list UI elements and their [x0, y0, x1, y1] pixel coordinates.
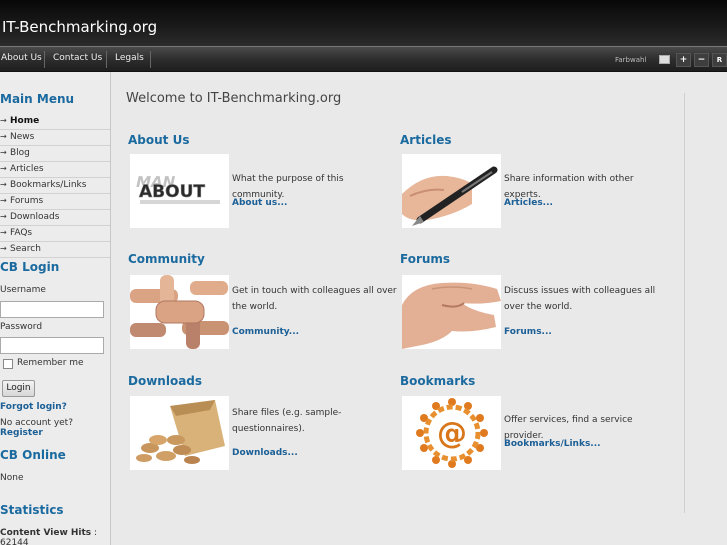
- login-title: CB Login: [0, 260, 60, 274]
- username-field[interactable]: [0, 301, 104, 318]
- main-menu-title: Main Menu: [0, 92, 75, 106]
- section-title-community[interactable]: Community: [128, 252, 205, 266]
- downloads-link[interactable]: Downloads...: [232, 448, 298, 458]
- menu-item-home[interactable]: → Home: [0, 114, 110, 130]
- menu-item-faqs[interactable]: → FAQs: [0, 226, 110, 242]
- username-label: Username: [0, 285, 46, 295]
- arrow-right-icon: →: [0, 228, 7, 237]
- section-title-about[interactable]: About Us: [128, 133, 189, 147]
- linked-hands-image: [130, 275, 229, 349]
- nav-divider: [44, 51, 45, 68]
- menu-item-label: Search: [10, 244, 41, 254]
- color-select-label: Farbwahl: [615, 56, 647, 64]
- content-view-hits-value: 62144: [0, 538, 29, 545]
- community-link[interactable]: Community...: [232, 327, 299, 337]
- forums-link[interactable]: Forums...: [504, 327, 552, 337]
- bookmarks-link[interactable]: Bookmarks/Links...: [504, 439, 601, 449]
- arrow-right-icon: →: [0, 196, 7, 205]
- menu-item-label: Home: [10, 116, 40, 126]
- arrow-right-icon: →: [0, 116, 7, 125]
- login-button[interactable]: Login: [2, 380, 35, 397]
- downloads-description: Share files (e.g. sample-questionnaires)…: [232, 408, 342, 434]
- fountain-pen-image: [402, 154, 501, 228]
- talking-hand-image: [402, 275, 501, 349]
- menu-item-label: Blog: [10, 148, 30, 158]
- at-sign-people-image: @: [402, 396, 501, 470]
- menu-item-label: Articles: [10, 164, 44, 174]
- arrow-right-icon: →: [0, 180, 7, 189]
- password-field[interactable]: [0, 337, 104, 354]
- svg-text:@: @: [437, 416, 467, 451]
- section-title-forums[interactable]: Forums: [400, 252, 450, 266]
- about-text-3d-image: MAN ABOUT: [130, 154, 229, 228]
- menu-item-search[interactable]: → Search: [0, 242, 110, 258]
- font-decrease-button[interactable]: −: [694, 53, 709, 67]
- arrow-right-icon: →: [0, 132, 7, 141]
- menu-item-label: Forums: [10, 196, 44, 206]
- content-view-hits-label: Content View Hits: [0, 528, 92, 538]
- nav-divider: [150, 51, 151, 68]
- menu-item-bookmarks[interactable]: → Bookmarks/Links: [0, 178, 110, 194]
- color-swatch[interactable]: [659, 55, 670, 64]
- forums-description: Discuss issues with colleagues all over …: [504, 286, 656, 312]
- about-us-link[interactable]: About us...: [232, 198, 287, 208]
- no-account-row: No account yet? Register: [0, 418, 110, 438]
- articles-link[interactable]: Articles...: [504, 198, 553, 208]
- register-link[interactable]: Register: [0, 428, 43, 438]
- sidebar: Main Menu → Home → News → Blog → Article…: [0, 72, 111, 545]
- remember-me-checkbox[interactable]: [3, 359, 13, 369]
- forgot-login-link[interactable]: Forgot login?: [0, 402, 67, 412]
- cb-online-title: CB Online: [0, 448, 66, 462]
- nav-item-contact-us[interactable]: Contact Us: [53, 53, 102, 63]
- menu-item-blog[interactable]: → Blog: [0, 146, 110, 162]
- arrow-right-icon: →: [0, 148, 7, 157]
- section-title-bookmarks[interactable]: Bookmarks: [400, 374, 475, 388]
- svg-text:ABOUT: ABOUT: [139, 182, 205, 202]
- arrow-right-icon: →: [0, 212, 7, 221]
- menu-item-downloads[interactable]: → Downloads: [0, 210, 110, 226]
- menu-item-news[interactable]: → News: [0, 130, 110, 146]
- stats-separator: :: [91, 528, 98, 538]
- menu-item-label: News: [10, 132, 35, 142]
- menu-item-forums[interactable]: → Forums: [0, 194, 110, 210]
- no-account-text: No account yet?: [0, 418, 73, 428]
- section-title-articles[interactable]: Articles: [400, 133, 452, 147]
- peanuts-bag-image: [130, 396, 229, 470]
- menu-item-articles[interactable]: → Articles: [0, 162, 110, 178]
- top-nav: About Us Contact Us Legals Farbwahl + − …: [0, 46, 727, 72]
- nav-item-legals[interactable]: Legals: [115, 53, 144, 63]
- font-reset-button[interactable]: R: [712, 53, 727, 67]
- site-header: IT-Benchmarking.org: [0, 0, 727, 46]
- menu-item-label: FAQs: [10, 228, 33, 238]
- site-title[interactable]: IT-Benchmarking.org: [2, 18, 157, 36]
- nav-divider: [106, 51, 107, 68]
- section-title-downloads[interactable]: Downloads: [128, 374, 202, 388]
- font-increase-button[interactable]: +: [676, 53, 691, 67]
- menu-item-label: Bookmarks/Links: [10, 180, 87, 190]
- password-label: Password: [0, 322, 43, 332]
- menu-item-label: Downloads: [10, 212, 60, 222]
- content-divider: [684, 93, 685, 513]
- page-title: Welcome to IT-Benchmarking.org: [126, 91, 342, 106]
- community-description: Get in touch with colleagues all over th…: [232, 286, 397, 312]
- arrow-right-icon: →: [0, 164, 7, 173]
- cb-online-value: None: [0, 473, 24, 483]
- nav-item-about-us[interactable]: About Us: [1, 53, 42, 63]
- statistics-title: Statistics: [0, 503, 64, 517]
- arrow-right-icon: →: [0, 244, 7, 253]
- remember-me-label: Remember me: [17, 358, 84, 368]
- content-view-hits: Content View Hits : 62144: [0, 528, 110, 545]
